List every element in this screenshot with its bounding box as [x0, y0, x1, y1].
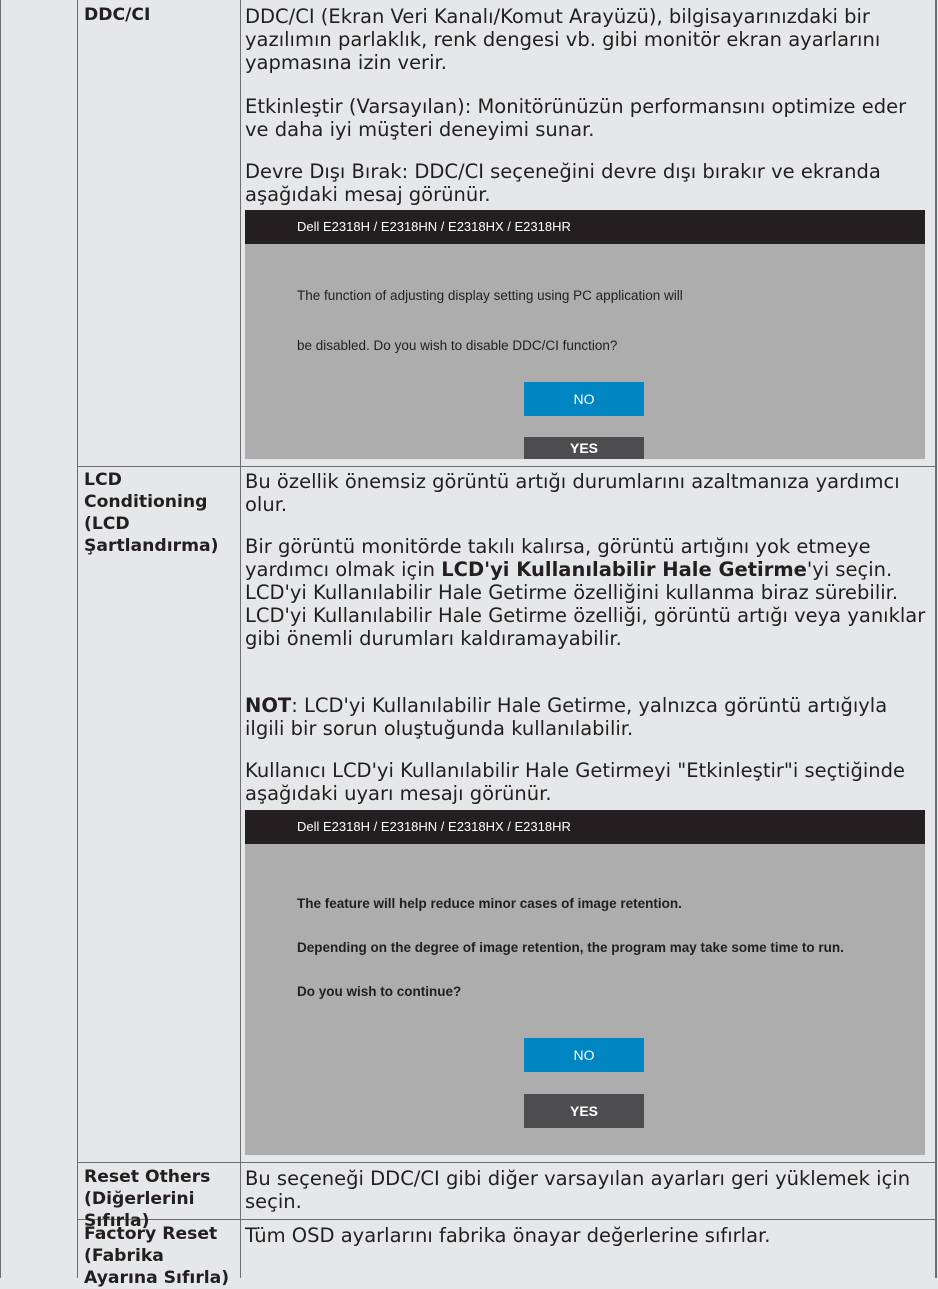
label-line: (Fabrika: [84, 1246, 164, 1266]
label-line: LCD: [84, 470, 122, 490]
table-border-left: [0, 0, 1, 1278]
ddcci-paragraph-2: Etkinleştir (Varsayılan): Monitörünüzün …: [245, 95, 907, 141]
lcd-paragraph-2-emphasis: LCD'yi Kullanılabilir Hale Getirme: [441, 558, 807, 581]
lcd-conditioning-dialog: Dell E2318H / E2318HN / E2318HX / E2318H…: [245, 810, 925, 1155]
ddcci-paragraph-3: Devre Dışı Bırak: DDC/CI seçeneğini devr…: [245, 160, 881, 206]
label-line: Factory Reset: [84, 1224, 218, 1244]
dialog-message-line-2: Depending on the degree of image retenti…: [297, 940, 844, 955]
dialog-message-line-3: Do you wish to continue?: [297, 984, 462, 999]
dialog-title-bar: Dell E2318H / E2318HN / E2318HX / E2318H…: [245, 210, 925, 244]
label-line: Şartlandırma): [84, 536, 219, 556]
table-border-right: [935, 0, 937, 1278]
setting-label-ddcci: DDC/CI: [84, 4, 234, 26]
reset-others-paragraph: Bu seçeneği DDC/CI gibi diğer varsayılan…: [245, 1167, 911, 1213]
table-column-divider-1: [77, 0, 78, 1278]
label-line: (LCD: [84, 514, 130, 534]
factory-reset-paragraph: Tüm OSD ayarlarını fabrika önayar değerl…: [245, 1224, 771, 1247]
row-separator-2: [77, 1162, 937, 1163]
label-line: Conditioning: [84, 492, 208, 512]
dialog-no-button[interactable]: NO: [524, 382, 644, 416]
label-line: DDC/CI: [84, 5, 151, 25]
setting-label-factory-reset: Factory Reset (Fabrika Ayarına Sıfırla): [84, 1223, 234, 1289]
setting-label-lcd-conditioning: LCD Conditioning (LCD Şartlandırma): [84, 469, 234, 557]
lcd-paragraph-1: Bu özellik önemsiz görüntü artığı duruml…: [245, 470, 900, 516]
label-line: (Diğerlerini: [84, 1189, 195, 1209]
label-line: Reset Others: [84, 1167, 211, 1187]
dialog-message-line-2: be disabled. Do you wish to disable DDC/…: [297, 338, 618, 353]
lcd-note-text: : LCD'yi Kullanılabilir Hale Getirme, ya…: [245, 694, 888, 740]
lcd-note-paragraph: NOT: LCD'yi Kullanılabilir Hale Getirme,…: [245, 694, 927, 740]
row-separator-1: [77, 466, 937, 467]
lcd-paragraph-2: Bir görüntü monitörde takılı kalırsa, gö…: [245, 535, 927, 650]
dialog-yes-button[interactable]: YES: [524, 437, 644, 459]
lcd-paragraph-4: Kullanıcı LCD'yi Kullanılabilir Hale Get…: [245, 759, 905, 805]
dialog-yes-button[interactable]: YES: [524, 1094, 644, 1128]
dialog-no-button[interactable]: NO: [524, 1038, 644, 1072]
dialog-message-line-1: The function of adjusting display settin…: [297, 288, 683, 303]
manual-page: DDC/CI DDC/CI (Ekran Veri Kanalı/Komut A…: [0, 0, 938, 1288]
label-line: Ayarına Sıfırla): [84, 1268, 230, 1288]
ddcci-paragraph-1: DDC/CI (Ekran Veri Kanalı/Komut Arayüzü)…: [245, 5, 881, 74]
dialog-title-bar: Dell E2318H / E2318HN / E2318HX / E2318H…: [245, 810, 925, 844]
lcd-note-label: NOT: [245, 694, 292, 717]
dialog-message-line-1: The feature will help reduce minor cases…: [297, 896, 682, 911]
ddcci-disable-dialog: Dell E2318H / E2318HN / E2318HX / E2318H…: [245, 210, 925, 459]
table-column-divider-2: [240, 0, 241, 1278]
